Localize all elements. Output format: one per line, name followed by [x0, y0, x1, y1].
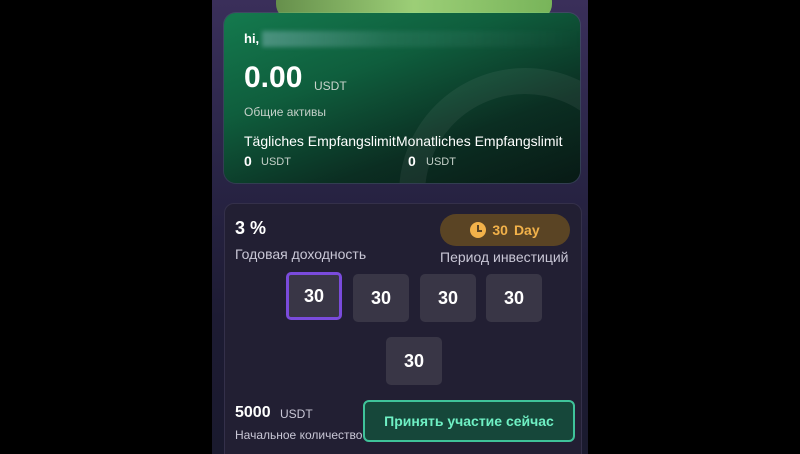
clock-icon	[470, 222, 487, 238]
total-assets-label: Общие активы	[244, 105, 327, 119]
greeting-text: hi,	[244, 31, 260, 46]
investment-period-label: Период инвестиций	[440, 249, 569, 265]
monthly-limit-title: Monatliches Empfangslimit	[396, 133, 563, 149]
period-option-3[interactable]: 30	[420, 274, 476, 322]
period-badge: 30 Day	[440, 214, 570, 246]
investment-product-card: 3 % Годовая доходность 30 Day Период инв…	[224, 203, 582, 454]
monthly-limit-value: 0	[408, 153, 416, 169]
username-blurred	[262, 31, 580, 47]
daily-limit-value: 0	[244, 153, 252, 169]
period-option-4[interactable]: 30	[486, 274, 542, 322]
initial-amount: 5000	[235, 404, 271, 421]
period-option-2[interactable]: 30	[353, 274, 409, 322]
total-balance: 0.00	[244, 61, 303, 94]
balance-unit: USDT	[314, 79, 347, 93]
app-screen: hi, 0.00 USDT Общие активы Tägliches Emp…	[212, 0, 588, 454]
annual-rate: 3 %	[235, 218, 267, 238]
initial-amount-label: Начальное количество	[235, 428, 363, 442]
monthly-limit-unit: USDT	[426, 156, 456, 168]
period-option-1[interactable]: 30	[286, 272, 342, 320]
daily-limit-title: Tägliches Empfangslimit	[244, 133, 396, 149]
initial-amount-unit: USDT	[280, 407, 313, 421]
period-value: 30	[492, 222, 508, 238]
period-option-5[interactable]: 30	[386, 337, 442, 385]
period-unit: Day	[513, 222, 540, 238]
join-now-button[interactable]: Принять участие сейчас	[363, 400, 575, 442]
asset-card: hi, 0.00 USDT Общие активы Tägliches Emp…	[224, 13, 580, 183]
daily-limit-unit: USDT	[261, 156, 291, 168]
annual-rate-label: Годовая доходность	[235, 246, 367, 262]
